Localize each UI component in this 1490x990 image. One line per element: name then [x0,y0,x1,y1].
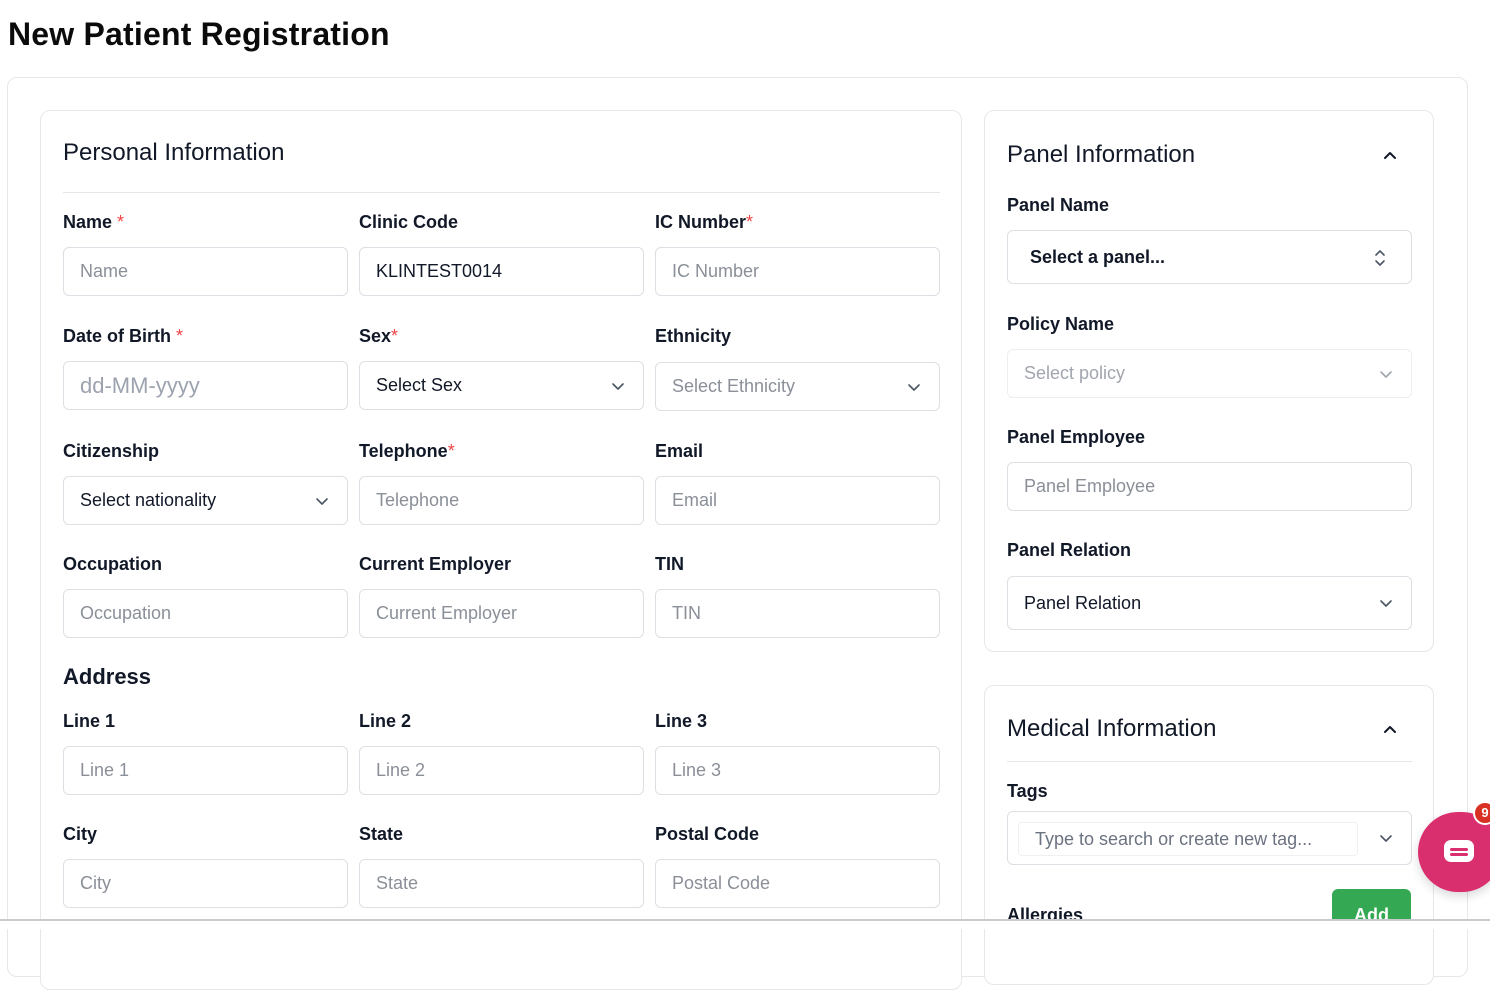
tags-select[interactable]: Type to search or create new tag... [1007,811,1412,865]
name-label: Name * [63,212,125,232]
telephone-label: Telephone* [359,441,455,461]
panel-information-title: Panel Information [1007,141,1196,168]
bottom-edge [0,919,1490,929]
line3-input[interactable]: Line 3 [655,746,940,795]
panel-employee-label: Panel Employee [1007,427,1146,447]
ethnicity-select-value: Select Ethnicity [672,376,796,396]
page-title: New Patient Registration [8,16,390,52]
sex-label: Sex* [359,326,399,346]
chevron-down-icon [1379,831,1393,845]
personal-information-title: Personal Information [63,139,285,166]
city-input[interactable]: City [63,859,348,908]
line2-input[interactable]: Line 2 [359,746,644,795]
ethnicity-label: Ethnicity [655,326,732,346]
chevron-down-icon [315,494,329,508]
personal-divider [63,192,940,193]
current-employer-input[interactable]: Current Employer [359,589,644,638]
chevron-down-icon [907,380,921,394]
email-label: Email [655,441,704,461]
clinic-code-input[interactable]: KLINTEST0014 [359,247,644,296]
chevron-down-icon [1379,367,1393,381]
citizenship-select-value: Select nationality [80,490,217,510]
occupation-input[interactable]: Occupation [63,589,348,638]
policy-name-select[interactable]: Select policy [1007,349,1412,398]
sex-select-value: Select Sex [376,375,463,395]
occupation-label: Occupation [63,554,163,574]
chevron-down-icon [611,379,625,393]
telephone-input[interactable]: Telephone [359,476,644,525]
name-input[interactable]: Name [63,247,348,296]
panel-relation-value: Panel Relation [1024,592,1142,613]
line1-label: Line 1 [63,711,116,731]
clinic-code-label: Clinic Code [359,212,459,232]
current-employer-label: Current Employer [359,554,512,574]
chevron-up-icon[interactable] [1382,147,1398,163]
ethnicity-select[interactable]: Select Ethnicity [655,362,940,411]
policy-name-label: Policy Name [1007,314,1115,334]
chat-button[interactable] [1418,812,1490,892]
tags-search-input[interactable]: Type to search or create new tag... [1018,822,1358,856]
chevron-up-icon[interactable] [1382,721,1398,737]
address-title: Address [63,664,152,689]
citizenship-label: Citizenship [63,441,160,461]
state-label: State [359,824,404,844]
panel-name-value: Select a panel... [1030,246,1166,267]
dob-input[interactable]: dd-MM-yyyy [63,361,348,410]
line3-label: Line 3 [655,711,708,731]
ic-number-label: IC Number* [655,212,754,232]
email-input[interactable]: Email [655,476,940,525]
medical-information-title: Medical Information [1007,715,1217,742]
panel-relation-select[interactable]: Panel Relation [1007,576,1412,630]
tin-input[interactable]: TIN [655,589,940,638]
chevron-up-down-icon [1373,248,1387,273]
panel-employee-input[interactable]: Panel Employee [1007,462,1412,511]
ic-number-input[interactable]: IC Number [655,247,940,296]
personal-information-card [40,110,962,990]
panel-name-label: Panel Name [1007,195,1110,215]
tin-label: TIN [655,554,684,574]
panel-name-select[interactable]: Select a panel... [1007,230,1412,284]
citizenship-select[interactable]: Select nationality [63,476,348,525]
postal-code-input[interactable]: Postal Code [655,859,940,908]
chevron-down-icon [1379,596,1393,610]
panel-relation-label: Panel Relation [1007,540,1132,560]
medical-divider [1007,761,1412,762]
dob-label: Date of Birth * [63,326,184,346]
line2-label: Line 2 [359,711,412,731]
sex-select[interactable]: Select Sex [359,361,644,410]
policy-name-value: Select policy [1024,363,1126,383]
chat-notification-badge: 9 [1473,801,1490,825]
postal-code-label: Postal Code [655,824,760,844]
city-label: City [63,824,98,844]
state-input[interactable]: State [359,859,644,908]
chat-icon [1442,838,1476,871]
line1-input[interactable]: Line 1 [63,746,348,795]
tags-label: Tags [1007,781,1048,801]
